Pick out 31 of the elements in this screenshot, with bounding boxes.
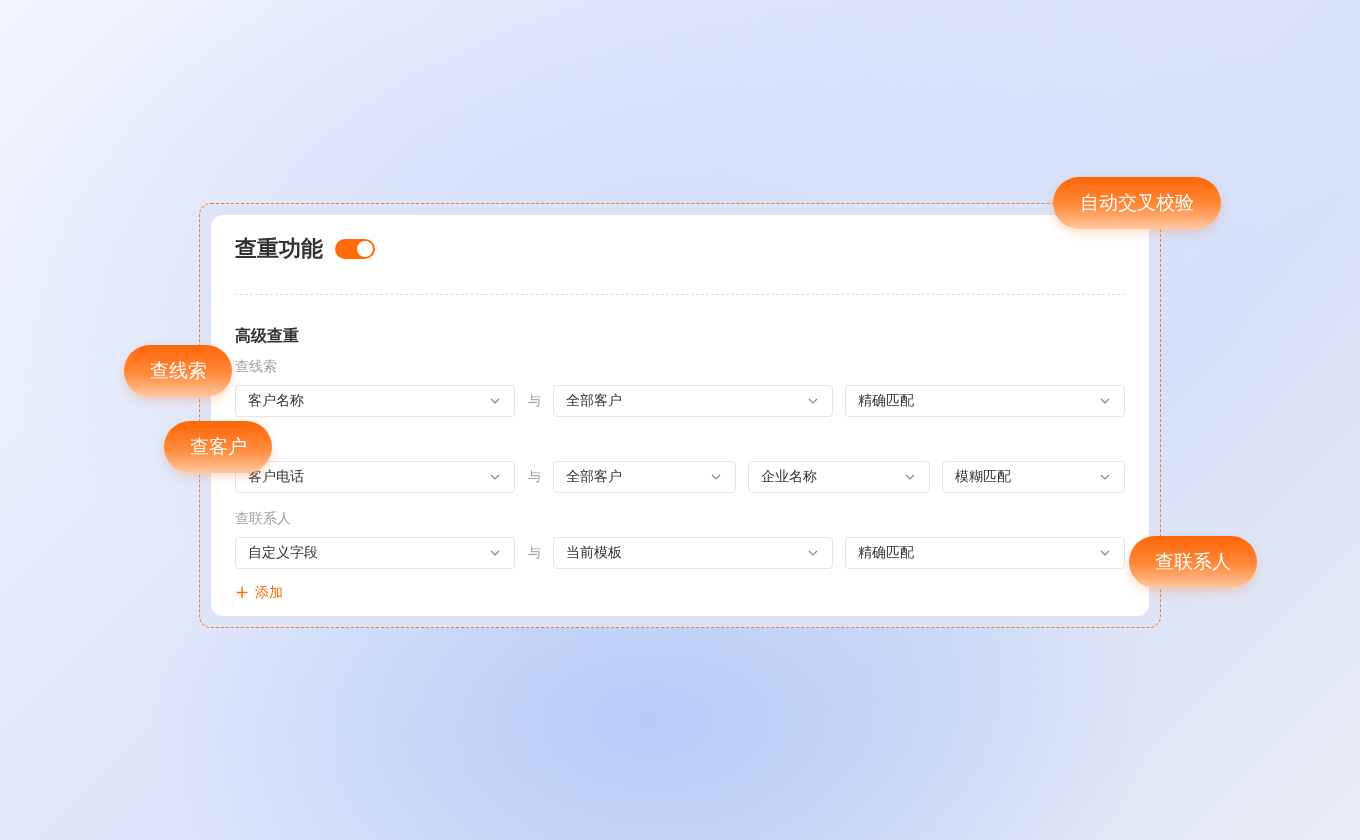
select-field[interactable]: 全部客户	[553, 461, 736, 493]
chevron-down-icon	[710, 474, 721, 480]
chevron-down-icon	[490, 398, 500, 404]
chevron-down-icon	[490, 474, 500, 480]
chevron-down-icon	[1100, 474, 1110, 480]
chevron-down-icon	[808, 398, 818, 404]
toggle-switch[interactable]	[335, 239, 375, 259]
chevron-down-icon	[1100, 398, 1110, 404]
connector-text: 与	[526, 544, 542, 562]
select-field[interactable]: 自定义字段	[235, 537, 515, 569]
section-title: 高级查重	[235, 326, 300, 347]
feature-badge: 自动交叉校验	[1053, 177, 1221, 229]
feature-badge: 查线索	[124, 345, 232, 397]
select-field[interactable]: 模糊匹配	[942, 461, 1125, 493]
connector-text: 与	[526, 468, 542, 486]
select-field[interactable]: 客户名称	[235, 385, 515, 417]
panel-title: 查重功能	[235, 235, 323, 263]
select-field[interactable]: 精确匹配	[845, 537, 1125, 569]
select-field[interactable]: 精确匹配	[845, 385, 1125, 417]
group-label: 查联系人	[235, 510, 291, 526]
select-field[interactable]: 当前模板	[553, 537, 833, 569]
select-field[interactable]: 企业名称	[747, 461, 931, 493]
chevron-down-icon	[905, 474, 916, 480]
chevron-down-icon	[1100, 550, 1110, 556]
connector-text: 与	[526, 392, 542, 410]
chevron-down-icon	[490, 550, 500, 556]
group-label: 查线索	[235, 358, 277, 374]
select-field[interactable]: 全部客户	[553, 385, 833, 417]
feature-badge: 查联系人	[1129, 536, 1257, 588]
plus-icon: +	[235, 584, 250, 601]
chevron-down-icon	[808, 550, 818, 556]
